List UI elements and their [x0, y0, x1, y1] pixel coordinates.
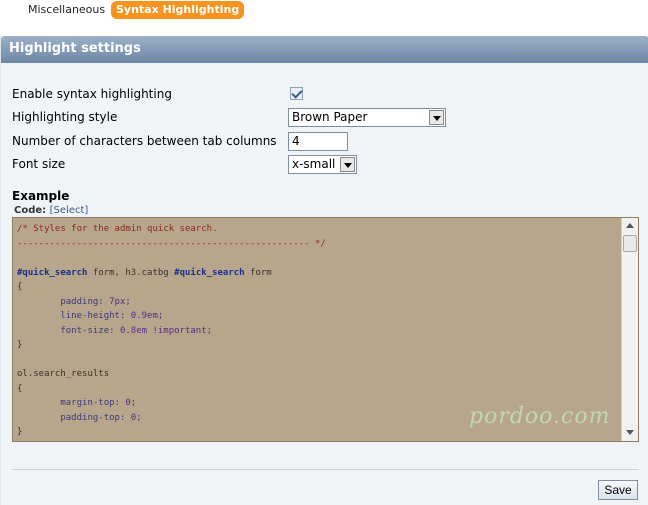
code-token: padding:	[17, 296, 110, 307]
watermark: pordoo.com	[469, 404, 611, 429]
panel-header: Highlight settings	[1, 36, 648, 63]
chevron-down-icon[interactable]	[340, 157, 355, 172]
code-lines: /* Styles for the admin quick search. ---…	[17, 222, 326, 440]
code-line: {	[17, 382, 326, 397]
code-token: margin-top:	[17, 398, 126, 408]
code-line: {	[17, 280, 326, 295]
example-title: Example	[12, 189, 70, 203]
font-size-value: x-small	[292, 157, 336, 171]
code-line: /* Styles for the admin quick search.	[17, 222, 326, 237]
code-token: 0;	[125, 398, 137, 408]
code-token: {	[17, 282, 23, 292]
tab-syntax-highlighting[interactable]: Syntax Highlighting	[111, 1, 245, 19]
vertical-scrollbar[interactable]	[621, 218, 638, 441]
scroll-down-icon[interactable]	[622, 425, 638, 441]
code-line: padding: 7px;	[17, 295, 326, 310]
code-token: #quick_search	[174, 267, 245, 278]
code-token: font-size:	[17, 325, 120, 336]
select-code-link[interactable]: [Select]	[50, 205, 89, 216]
code-token: ol.search_results	[17, 369, 110, 379]
chevron-down-icon[interactable]	[429, 110, 444, 125]
code-line: ----------------------------------------…	[17, 237, 326, 252]
code-token: form, h3.catbg	[87, 267, 175, 278]
code-token: 0;	[130, 412, 142, 423]
code-line: margin-top: 0;	[17, 396, 326, 411]
code-line: font-size: 0.8em !important;	[17, 324, 326, 339]
tab-columns-value: 4	[292, 134, 300, 148]
code-token: }	[17, 340, 23, 350]
enable-highlighting-label: Enable syntax highlighting	[12, 87, 172, 101]
highlighting-style-label: Highlighting style	[12, 110, 118, 124]
tab-columns-label: Number of characters between tab columns	[12, 134, 277, 148]
code-line: #quick_search form, h3.catbg #quick_sear…	[17, 266, 326, 281]
enable-highlighting-checkbox[interactable]	[290, 87, 303, 100]
tab-bar: Miscellaneous Syntax Highlighting	[0, 0, 648, 36]
scroll-up-icon[interactable]	[622, 218, 638, 234]
settings-panel: Highlight settings Enable syntax highlig…	[0, 36, 648, 505]
code-token: /* Styles for the admin quick search.	[17, 224, 218, 234]
code-token: padding-top:	[17, 412, 131, 423]
tab-columns-input[interactable]: 4	[288, 132, 348, 151]
highlighting-style-value: Brown Paper	[292, 110, 368, 124]
code-line: }	[17, 425, 326, 440]
code-line: ol.search_results	[17, 367, 326, 382]
code-token: 0.9em;	[130, 311, 164, 321]
scroll-thumb[interactable]	[623, 235, 637, 252]
code-line: padding-top: 0;	[17, 411, 326, 426]
code-token: 0.8em !important;	[119, 325, 213, 336]
tab-miscellaneous[interactable]: Miscellaneous	[22, 1, 111, 19]
code-token: #quick_search	[17, 267, 88, 278]
code-line: line-height: 0.9em;	[17, 309, 326, 324]
code-token: ----------------------------------------…	[17, 238, 326, 249]
highlighting-style-select[interactable]: Brown Paper	[288, 108, 446, 127]
divider	[12, 469, 639, 470]
code-token: 7px;	[109, 296, 131, 307]
code-example-box[interactable]: /* Styles for the admin quick search. ---…	[12, 217, 639, 442]
code-token: form	[244, 267, 272, 278]
code-token: line-height:	[17, 311, 131, 321]
code-token: }	[17, 427, 23, 437]
code-token: {	[17, 383, 23, 394]
code-line: }	[17, 338, 326, 353]
font-size-label: Font size	[12, 157, 66, 171]
code-label-text: Code:	[14, 205, 47, 216]
save-button[interactable]: Save	[598, 480, 638, 500]
font-size-select[interactable]: x-small	[288, 155, 357, 174]
code-label: Code: [Select]	[14, 205, 88, 216]
panel-title: Highlight settings	[9, 41, 141, 56]
